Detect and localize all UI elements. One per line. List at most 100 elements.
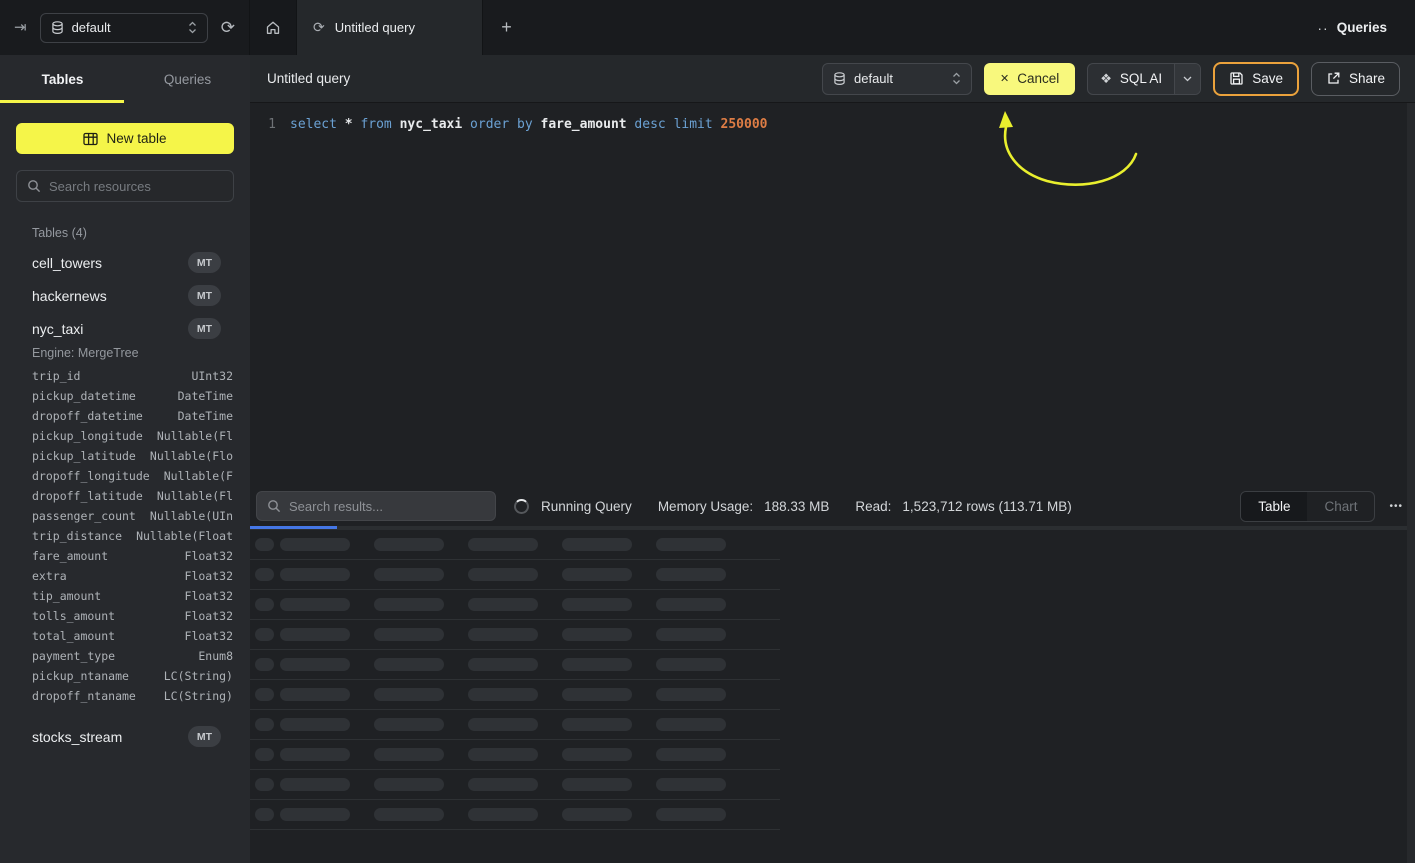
query-progress-fill: [250, 526, 337, 529]
tab-strip: ⟳ Untitled query +: [250, 0, 530, 55]
sql-token-kw: from: [360, 117, 391, 132]
engine-badge: MT: [188, 726, 221, 747]
skeleton-cell: [374, 808, 444, 821]
skeleton-cell: [656, 628, 726, 641]
read-label: Read:: [855, 499, 891, 514]
skeleton-cell: [374, 778, 444, 791]
more-options-button[interactable]: •••: [1389, 501, 1403, 512]
skeleton-cell: [562, 718, 632, 731]
sql-token-num: 250000: [721, 117, 768, 132]
skeleton-cell: [280, 748, 350, 761]
skeleton-cell: [468, 538, 538, 551]
skeleton-cell: [656, 718, 726, 731]
column-name: extra: [32, 569, 67, 583]
skeleton-cell: [656, 688, 726, 701]
query-database-selector-value: default: [854, 71, 944, 86]
skeleton-cell: [255, 718, 274, 731]
tab-chart-view[interactable]: Chart: [1307, 492, 1374, 521]
skeleton-cell: [280, 658, 350, 671]
table-item-cell_towers[interactable]: cell_towersMT: [0, 246, 250, 279]
skeleton-cell: [468, 658, 538, 671]
skeleton-cell: [656, 538, 726, 551]
results-toolbar: Running Query Memory Usage: 188.33 MB Re…: [250, 486, 1415, 526]
skeleton-cell: [255, 628, 274, 641]
results-search: [256, 491, 496, 521]
column-row: dropoff_latitudeNullable(Fl: [32, 486, 233, 506]
skeleton-row: [250, 590, 780, 620]
tab-tables[interactable]: Tables: [0, 55, 125, 103]
tab-table-view[interactable]: Table: [1241, 492, 1307, 521]
queries-link[interactable]: ·· Queries: [1317, 0, 1415, 55]
skeleton-cell: [374, 628, 444, 641]
skeleton-cell: [562, 568, 632, 581]
skeleton-cell: [280, 538, 350, 551]
sql-token-kw: order: [470, 117, 509, 132]
column-name: pickup_latitude: [32, 449, 136, 463]
engine-label: Engine: MergeTree: [32, 346, 250, 360]
column-row: trip_idUInt32: [32, 366, 233, 386]
sql-console-window: ⇥ default ⟳ ⟳ Untitled query: [0, 0, 1415, 863]
main-panel: Untitled query default ✕ Cancel: [250, 55, 1415, 863]
sql-ai-dropdown-button[interactable]: [1174, 64, 1200, 94]
column-type: Nullable(F: [164, 469, 233, 483]
column-name: passenger_count: [32, 509, 136, 523]
column-type: Nullable(Float: [136, 529, 233, 543]
table-name: hackernews: [32, 288, 107, 304]
column-type: Float32: [185, 629, 233, 643]
column-type: Nullable(Fl: [157, 429, 233, 443]
search-icon: [267, 499, 281, 513]
table-item-nyc_taxi[interactable]: nyc_taxiMT: [0, 312, 250, 345]
query-database-selector[interactable]: default: [822, 63, 972, 95]
share-button[interactable]: Share: [1311, 62, 1400, 96]
sidebar-collapse-icon[interactable]: ⇥: [14, 20, 27, 35]
sql-token-pl: [337, 117, 345, 132]
database-selector[interactable]: default: [40, 13, 208, 43]
skeleton-row: [250, 560, 780, 590]
skeleton-cell: [255, 568, 274, 581]
sql-ai-button[interactable]: ❖ SQL AI: [1088, 64, 1174, 94]
scrollbar-track[interactable]: [1407, 103, 1415, 863]
skeleton-cell: [562, 688, 632, 701]
search-resources-input[interactable]: [49, 179, 225, 194]
sql-editor[interactable]: 1 select * from nyc_taxi order by fare_a…: [250, 103, 1415, 486]
search-results-input[interactable]: [289, 499, 485, 514]
column-list: trip_idUInt32pickup_datetimeDateTimedrop…: [32, 366, 233, 706]
skeleton-cell: [255, 778, 274, 791]
top-bar: ⇥ default ⟳ ⟳ Untitled query: [0, 0, 1415, 55]
table-item-stocks_stream[interactable]: stocks_streamMT: [0, 720, 250, 753]
sparkle-icon: ❖: [1100, 71, 1112, 87]
skeleton-cell: [468, 598, 538, 611]
save-button[interactable]: Save: [1213, 62, 1299, 96]
skeleton-cell: [255, 538, 274, 551]
column-name: total_amount: [32, 629, 115, 643]
table-item-hackernews[interactable]: hackernewsMT: [0, 279, 250, 312]
column-row: pickup_ntanameLC(String): [32, 666, 233, 686]
cancel-button-label: Cancel: [1017, 71, 1059, 86]
sql-token-pl: [392, 117, 400, 132]
home-tab[interactable]: [250, 0, 297, 55]
cancel-button[interactable]: ✕ Cancel: [984, 63, 1075, 95]
skeleton-cell: [468, 688, 538, 701]
refresh-button[interactable]: ⟳: [221, 19, 235, 36]
new-table-button[interactable]: New table: [16, 123, 234, 154]
read-value: 1,523,712 rows (113.71 MB): [902, 499, 1071, 514]
column-row: pickup_latitudeNullable(Flo: [32, 446, 233, 466]
tab-queries[interactable]: Queries: [125, 55, 250, 103]
engine-badge: MT: [188, 252, 221, 273]
page-title: Untitled query: [267, 71, 350, 86]
skeleton-cell: [255, 688, 274, 701]
skeleton-row: [250, 770, 780, 800]
column-name: dropoff_datetime: [32, 409, 143, 423]
new-tab-button[interactable]: +: [483, 0, 530, 55]
column-type: UInt32: [191, 369, 233, 383]
tables-section-label: Tables (4): [32, 226, 250, 240]
skeleton-cell: [280, 808, 350, 821]
column-name: pickup_datetime: [32, 389, 136, 403]
column-type: Nullable(Fl: [157, 489, 233, 503]
query-tab[interactable]: ⟳ Untitled query: [297, 0, 483, 55]
skeleton-cell: [255, 598, 274, 611]
skeleton-cell: [468, 628, 538, 641]
column-name: trip_distance: [32, 529, 122, 543]
column-name: tolls_amount: [32, 609, 115, 623]
column-row: trip_distance Nullable(Float: [32, 526, 233, 546]
